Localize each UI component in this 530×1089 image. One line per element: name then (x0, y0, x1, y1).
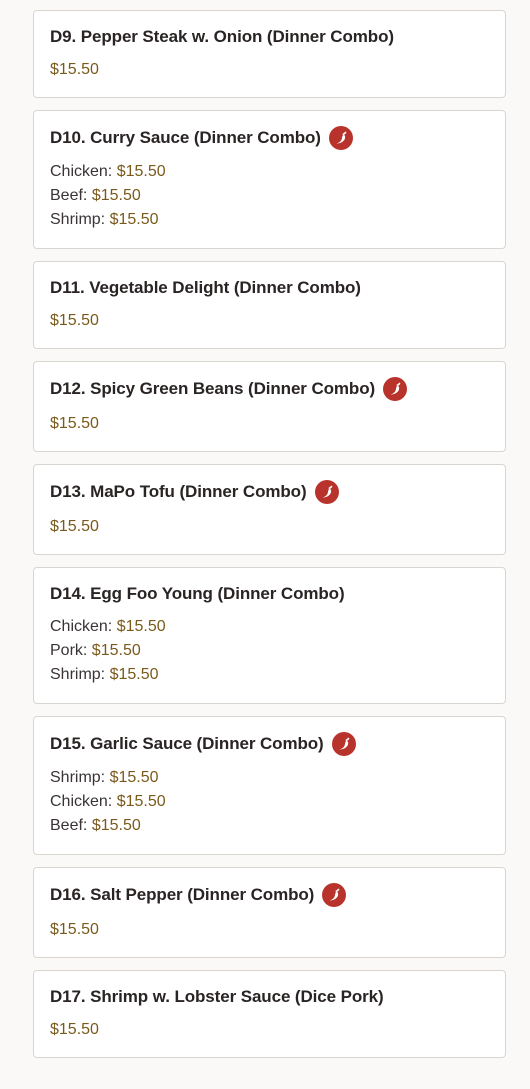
chili-pepper-icon (322, 883, 347, 907)
option-label: Chicken: (50, 163, 113, 180)
menu-item-card[interactable]: D15. Garlic Sauce (Dinner Combo) Shrimp:… (33, 716, 506, 855)
menu-item-card[interactable]: D13. MaPo Tofu (Dinner Combo) $15.50 (33, 464, 506, 555)
option-row: Chicken: $15.50 (50, 790, 489, 814)
menu-item-card[interactable]: D16. Salt Pepper (Dinner Combo) $15.50 (33, 867, 506, 958)
menu-item-title: D16. Salt Pepper (Dinner Combo) (50, 885, 315, 904)
option-price: $15.50 (109, 769, 159, 786)
chili-pepper-icon (328, 126, 353, 150)
menu-item-price: $15.50 (50, 518, 99, 535)
chili-pepper-icon (383, 377, 408, 401)
menu-item-card[interactable]: D9. Pepper Steak w. Onion (Dinner Combo)… (33, 10, 506, 98)
chili-pepper-icon (314, 480, 339, 504)
option-label: Shrimp: (50, 769, 106, 786)
menu-item-price: $15.50 (50, 1021, 99, 1038)
option-price: $15.50 (91, 187, 141, 204)
option-row: Beef: $15.50 (50, 814, 489, 838)
menu-item-title: D15. Garlic Sauce (Dinner Combo) (50, 734, 324, 753)
menu-item-title: D9. Pepper Steak w. Onion (Dinner Combo) (50, 27, 394, 46)
option-row: Shrimp: $15.50 (50, 663, 489, 687)
option-label: Beef: (50, 187, 88, 204)
option-price: $15.50 (116, 793, 166, 810)
menu-item-title: D17. Shrimp w. Lobster Sauce (Dice Pork) (50, 987, 384, 1006)
option-label: Chicken: (50, 618, 113, 635)
option-label: Beef: (50, 817, 88, 834)
menu-item-title: D14. Egg Foo Young (Dinner Combo) (50, 584, 345, 603)
menu-item-header: D14. Egg Foo Young (Dinner Combo) (50, 583, 489, 605)
menu-item-list: D9. Pepper Steak w. Onion (Dinner Combo)… (33, 10, 506, 1070)
option-row: Chicken: $15.50 (50, 160, 489, 184)
option-price: $15.50 (116, 618, 166, 635)
option-price: $15.50 (91, 642, 141, 659)
chili-pepper-icon (331, 732, 356, 756)
menu-item-header: D10. Curry Sauce (Dinner Combo) (50, 126, 489, 150)
option-row: Chicken: $15.50 (50, 615, 489, 639)
menu-item-card[interactable]: D10. Curry Sauce (Dinner Combo) Chicken:… (33, 110, 506, 249)
menu-item-title: D10. Curry Sauce (Dinner Combo) (50, 128, 321, 147)
menu-item-header: D13. MaPo Tofu (Dinner Combo) (50, 480, 489, 504)
menu-item-card[interactable]: D11. Vegetable Delight (Dinner Combo) $1… (33, 261, 506, 349)
menu-item-options: Chicken: $15.50 Pork: $15.50 Shrimp: $15… (50, 615, 489, 703)
menu-item-header: D16. Salt Pepper (Dinner Combo) (50, 883, 489, 907)
menu-item-card[interactable]: D12. Spicy Green Beans (Dinner Combo) $1… (33, 361, 506, 452)
menu-item-title: D12. Spicy Green Beans (Dinner Combo) (50, 379, 376, 398)
option-label: Chicken: (50, 793, 113, 810)
menu-item-header: D12. Spicy Green Beans (Dinner Combo) (50, 377, 489, 401)
option-price: $15.50 (109, 666, 159, 683)
option-label: Shrimp: (50, 666, 106, 683)
menu-item-header: D17. Shrimp w. Lobster Sauce (Dice Pork) (50, 986, 489, 1008)
option-price: $15.50 (91, 817, 141, 834)
option-row: Shrimp: $15.50 (50, 208, 489, 232)
option-row: Pork: $15.50 (50, 639, 489, 663)
menu-item-card[interactable]: D17. Shrimp w. Lobster Sauce (Dice Pork)… (33, 970, 506, 1058)
menu-item-title: D11. Vegetable Delight (Dinner Combo) (50, 278, 361, 297)
menu-item-options: Shrimp: $15.50 Chicken: $15.50 Beef: $15… (50, 766, 489, 854)
option-price: $15.50 (116, 163, 166, 180)
menu-item-header: D9. Pepper Steak w. Onion (Dinner Combo) (50, 26, 489, 48)
menu-item-card[interactable]: D14. Egg Foo Young (Dinner Combo) Chicke… (33, 567, 506, 704)
menu-item-price: $15.50 (50, 61, 99, 78)
menu-item-price: $15.50 (50, 921, 99, 938)
option-row: Shrimp: $15.50 (50, 766, 489, 790)
menu-item-header: D11. Vegetable Delight (Dinner Combo) (50, 277, 489, 299)
menu-item-price: $15.50 (50, 415, 99, 432)
menu-item-title: D13. MaPo Tofu (Dinner Combo) (50, 482, 307, 501)
option-price: $15.50 (109, 211, 159, 228)
menu-item-price: $15.50 (50, 312, 99, 329)
menu-item-options: Chicken: $15.50 Beef: $15.50 Shrimp: $15… (50, 160, 489, 248)
option-row: Beef: $15.50 (50, 184, 489, 208)
option-label: Shrimp: (50, 211, 106, 228)
option-label: Pork: (50, 642, 88, 659)
menu-item-header: D15. Garlic Sauce (Dinner Combo) (50, 732, 489, 756)
